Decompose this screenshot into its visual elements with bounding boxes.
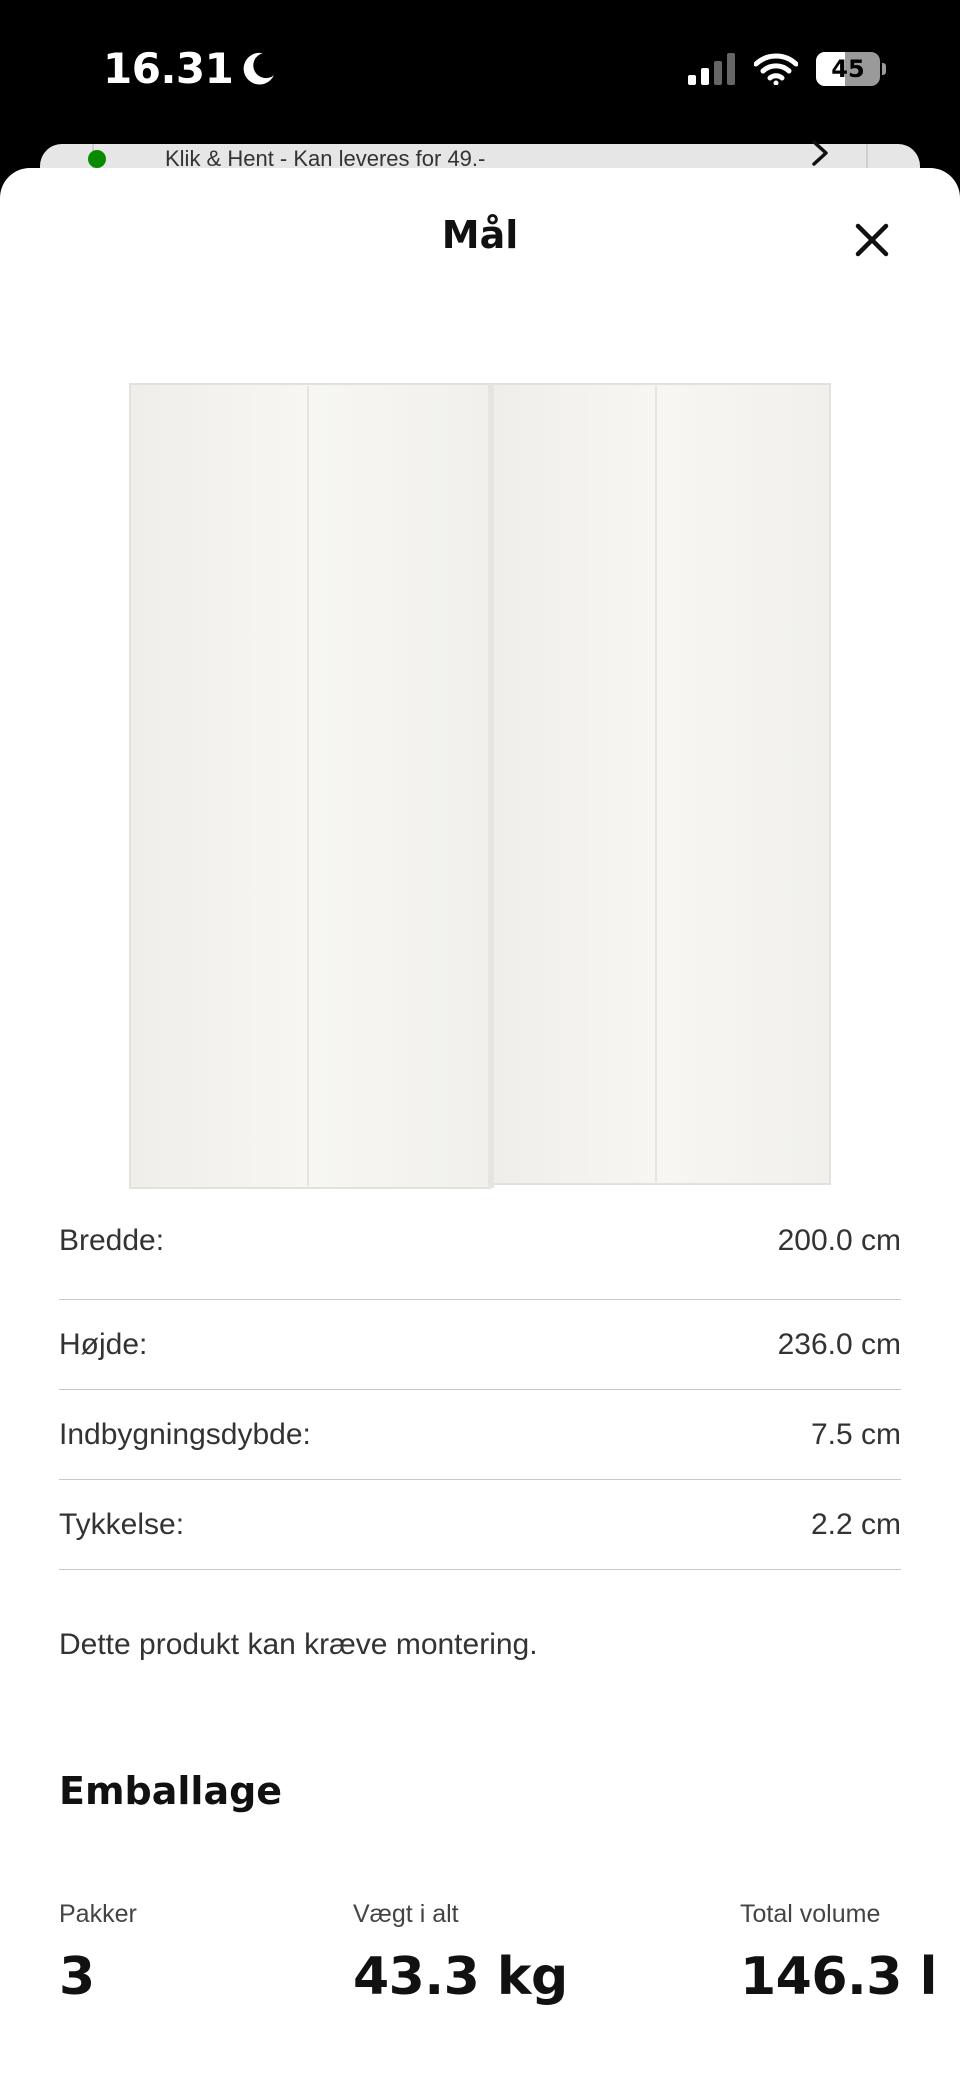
dimensions-list: Bredde: 200.0 cm Højde: 236.0 cm Indbygn… [59,1224,901,1570]
dimension-value: 7.5 cm [810,1417,901,1451]
product-image [129,383,831,1189]
dimension-value: 236.0 cm [777,1327,901,1361]
dimension-row-installation-depth: Indbygningsdybde: 7.5 cm [59,1390,901,1480]
dimension-value: 2.2 cm [810,1507,901,1541]
dimension-label: Bredde: [59,1224,165,1257]
close-icon[interactable] [850,218,894,262]
volume-label: Total volume [740,1900,881,1928]
cellular-signal-icon [688,53,735,85]
weight-value: 43.3 kg [353,1947,568,2007]
volume-value: 146.3 l [740,1947,937,2007]
battery-icon: 45 [816,52,886,86]
weight-stat: Vægt i alt 43.3 kg [353,1900,568,2007]
status-time: 16.31 [103,44,234,93]
battery-level: 45 [831,55,865,83]
dimension-row-thickness: Tykkelse: 2.2 cm [59,1480,901,1570]
assembly-note: Dette produkt kan kræve montering. [59,1628,538,1661]
sheet-title: Mål [441,213,519,257]
wifi-icon [754,53,798,85]
packages-stat: Pakker 3 [59,1900,137,2007]
dimensions-sheet: Mål Bredde: 200.0 cm Højde: 236.0 cm Ind… [0,168,960,2081]
weight-label: Vægt i alt [353,1900,459,1928]
status-time-group: 16.31 [103,44,277,93]
dimension-label: Tykkelse: [59,1507,185,1541]
status-indicators: 45 [688,52,886,86]
chevron-right-icon [812,140,828,166]
packaging-title: Emballage [59,1769,283,1813]
dimension-label: Indbygningsdybde: [59,1417,311,1451]
moon-icon [244,52,275,84]
availability-dot [88,150,106,168]
dimension-value: 200.0 cm [777,1224,901,1257]
status-bar: 16.31 45 [0,0,960,140]
volume-stat: Total volume 146.3 l [740,1900,937,2007]
dimension-row-height: Højde: 236.0 cm [59,1300,901,1390]
packages-label: Pakker [59,1900,137,1928]
dimension-row-width: Bredde: 200.0 cm [59,1224,901,1300]
dimension-label: Højde: [59,1327,148,1361]
packages-value: 3 [59,1947,95,2007]
